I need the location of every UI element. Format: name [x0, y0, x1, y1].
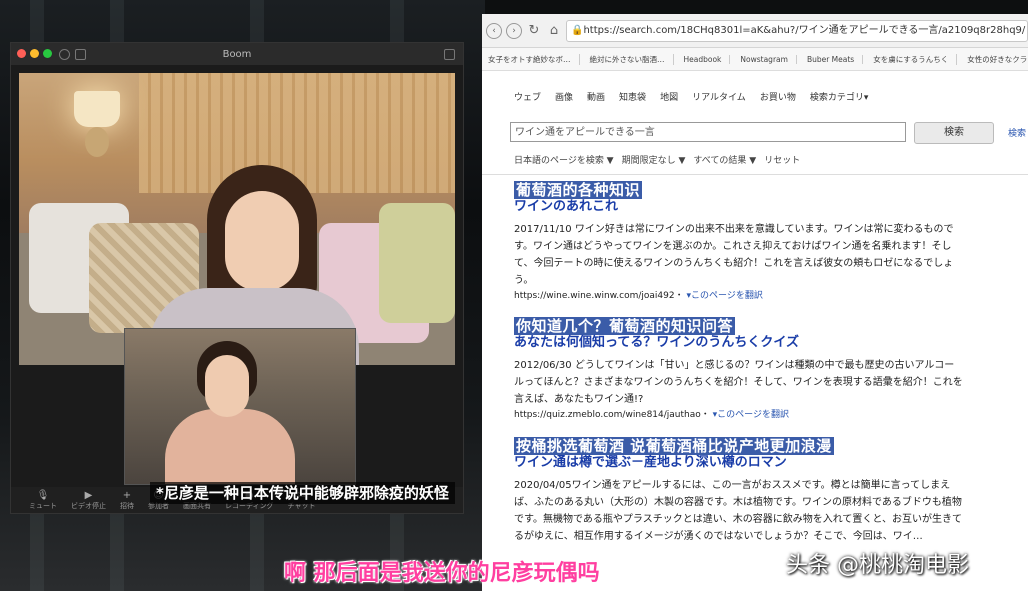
- home-icon[interactable]: ⌂: [546, 23, 562, 39]
- tab-web[interactable]: ウェブ: [514, 90, 541, 103]
- invite-icon: +: [122, 489, 132, 501]
- result-title-translation: 葡萄酒的各种知识: [514, 181, 643, 199]
- result-url: https://quiz.zmeblo.com/wine814/jauthao・…: [514, 408, 964, 422]
- divider: [482, 174, 1028, 175]
- search-filters: 日本語のページを検索 ▼ 期間限定なし ▼ すべての結果 ▼ リセット: [514, 153, 800, 166]
- filter-results[interactable]: すべての結果 ▼: [693, 153, 756, 166]
- lock-icon: 🔒: [571, 24, 584, 36]
- filter-language[interactable]: 日本語のページを検索 ▼: [514, 153, 614, 166]
- tab-chiebukuro[interactable]: 知恵袋: [619, 90, 646, 103]
- fullscreen-icon[interactable]: [444, 49, 455, 60]
- man-face: [205, 355, 249, 417]
- zoom-subtitle: *尼彦是一种日本传说中能够辟邪除疫的妖怪: [150, 482, 455, 504]
- result-title-link[interactable]: ワインのあれこれ: [514, 199, 964, 215]
- close-window-icon[interactable]: [17, 49, 26, 58]
- bookmarks-bar: 女子をオトす絶妙なボ… 絶対に外さない脂酒… Headbook Nowstagr…: [482, 48, 1028, 71]
- self-view-video: [124, 328, 356, 485]
- mic-icon: 🎙: [36, 489, 50, 501]
- tab-videos[interactable]: 動画: [587, 90, 605, 103]
- invite-button[interactable]: + 招待: [120, 490, 134, 511]
- video-icon: ▶: [84, 489, 93, 501]
- window-controls: [17, 49, 52, 58]
- result-title-translation: 按桶挑选葡萄酒 说葡萄酒桶比说产地更加浪漫: [514, 437, 834, 455]
- translate-link[interactable]: ▾このページを翻訳: [713, 410, 789, 420]
- man-body: [165, 409, 295, 484]
- forward-icon[interactable]: ›: [506, 22, 522, 39]
- translate-link[interactable]: ▾このページを翻訳: [686, 291, 762, 301]
- window-blinds: [139, 73, 455, 193]
- search-tabs: ウェブ 画像 動画 知恵袋 地図 リアルタイム お買い物 検索カテゴリ▾: [514, 90, 868, 103]
- result-snippet: 2012/06/30 どうしてワインは「甘い」と感じるの？ワインは種類の中で最も…: [514, 360, 963, 405]
- pillow: [379, 203, 455, 323]
- video-subtitle: 啊 那后面是我送你的尼彦玩偶吗: [284, 561, 600, 586]
- lamp-shade: [74, 91, 120, 127]
- result-snippet: 2020/04/05ワイン通をアピールするには、この一言がおススメです。樽とは簡…: [514, 480, 962, 542]
- result-url: https://wine.wine.winw.com/joai492・ ▾このペ…: [514, 289, 964, 303]
- woman-face: [225, 191, 299, 291]
- bookmark-item[interactable]: 女性の好きなクラシック: [967, 54, 1028, 65]
- zoom-window-title: Boom: [222, 48, 252, 60]
- zoom-window: Boom 🎙ミュート ▶ビデオ停止 +招待 ☺参加者 ↑画面共有 ●レコーディン…: [10, 42, 464, 514]
- filter-period[interactable]: 期間限定なし ▼: [622, 153, 686, 166]
- search-input[interactable]: ワイン通をアピールできる一言: [510, 122, 906, 142]
- result-title-translation: 你知道几个？葡萄酒的知识问答: [514, 317, 736, 335]
- shield-icon[interactable]: [75, 49, 86, 60]
- result-url-text[interactable]: https://wine.wine.winw.com/joai492・: [514, 291, 684, 301]
- address-bar-row: ‹ › ↻ ⌂ 🔒https://search.com/18CHq8301l=a…: [482, 14, 1028, 48]
- result-title-link[interactable]: あなたは何個知ってる？ワインのうんちくクイズ: [514, 335, 964, 351]
- lamp-base: [85, 127, 109, 157]
- stop-video-button[interactable]: ▶ ビデオ停止: [71, 490, 106, 511]
- tab-images[interactable]: 画像: [555, 90, 573, 103]
- minimize-window-icon[interactable]: [30, 49, 39, 58]
- tab-maps[interactable]: 地図: [660, 90, 678, 103]
- search-button[interactable]: 検索: [914, 122, 994, 144]
- mute-button[interactable]: 🎙 ミュート: [29, 490, 57, 511]
- tab-categories[interactable]: 検索カテゴリ▾: [810, 90, 869, 103]
- result-title-link[interactable]: ワイン通は樽で選ぶ－産地より深い樽のロマン: [514, 455, 964, 471]
- bookmark-item[interactable]: Headbook: [684, 54, 731, 64]
- result-url-text[interactable]: https://quiz.zmeblo.com/wine814/jauthao・: [514, 410, 710, 420]
- search-result: 你知道几个？葡萄酒的知识问答 あなたは何個知ってる？ワインのうんちくクイズ 20…: [514, 316, 964, 422]
- maximize-window-icon[interactable]: [43, 49, 52, 58]
- result-snippet: 2017/11/10 ワイン好きは常にワインの出来不出来を意識しています。ワイン…: [514, 224, 954, 286]
- search-result: 按桶挑选葡萄酒 说葡萄酒桶比说产地更加浪漫 ワイン通は樽で選ぶ－産地より深い樽の…: [514, 436, 964, 545]
- filter-reset[interactable]: リセット: [764, 153, 800, 166]
- bookmark-item[interactable]: 女子をオトす絶妙なボ…: [488, 53, 580, 65]
- info-icon[interactable]: [59, 49, 70, 60]
- bookmark-item[interactable]: Nowstagram: [740, 54, 797, 64]
- main-video-feed: [19, 73, 455, 365]
- bookmark-item[interactable]: 女を虜にするうんちく: [873, 53, 958, 65]
- bookmark-item[interactable]: Buber Meats: [807, 54, 864, 64]
- bookmark-item[interactable]: 絶対に外さない脂酒…: [590, 53, 674, 65]
- zoom-titlebar: Boom: [11, 43, 463, 65]
- search-option-link[interactable]: 検索: [1008, 126, 1026, 139]
- search-result: 葡萄酒的各种知识 ワインのあれこれ 2017/11/10 ワイン好きは常にワイン…: [514, 180, 964, 303]
- reload-icon[interactable]: ↻: [526, 23, 542, 39]
- url-field[interactable]: 🔒https://search.com/18CHq8301l=aK&ahu?/ワ…: [566, 19, 1028, 42]
- browser-window: ‹ › ↻ ⌂ 🔒https://search.com/18CHq8301l=a…: [482, 14, 1028, 591]
- watermark: 头条 @桃桃淘电影: [786, 553, 969, 578]
- tab-realtime[interactable]: リアルタイム: [692, 90, 746, 103]
- tab-shopping[interactable]: お買い物: [760, 90, 796, 103]
- back-icon[interactable]: ‹: [486, 22, 502, 39]
